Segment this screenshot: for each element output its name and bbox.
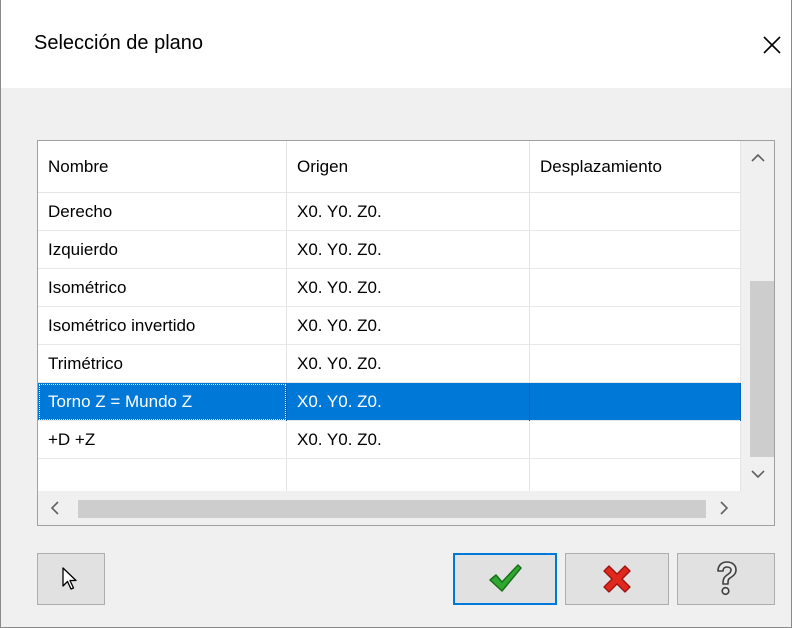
cell-offset [530, 383, 741, 421]
help-button[interactable] [677, 553, 775, 605]
scroll-down-button[interactable] [741, 457, 774, 491]
cell-origin: X0. Y0. Z0. [287, 421, 530, 459]
table-row[interactable]: Trimétrico X0. Y0. Z0. [38, 345, 741, 383]
cursor-arrow-icon [62, 567, 77, 590]
cell-name: Derecho [38, 193, 287, 231]
plane-list-grid[interactable]: Nombre Origen Desplazamiento Derecho X0.… [37, 140, 775, 526]
scroll-up-button[interactable] [741, 141, 774, 175]
cell-origin: X0. Y0. Z0. [287, 383, 530, 421]
chevron-right-icon [720, 501, 729, 515]
cell-offset [530, 307, 741, 345]
dialog-window: Selección de plano Nombre Origen Desplaz… [0, 0, 792, 628]
cell-origin [287, 459, 530, 491]
cell-offset [530, 231, 741, 269]
cell-name: Isométrico invertido [38, 307, 287, 345]
title-bar: Selección de plano [1, 0, 791, 88]
table-row[interactable]: Isométrico X0. Y0. Z0. [38, 269, 741, 307]
cell-origin: X0. Y0. Z0. [287, 345, 530, 383]
cell-offset [530, 193, 741, 231]
cell-origin: X0. Y0. Z0. [287, 231, 530, 269]
table-row[interactable]: Isométrico invertido X0. Y0. Z0. [38, 307, 741, 345]
chevron-down-icon [751, 470, 765, 479]
cell-name: +D +Z [38, 421, 287, 459]
cell-name: Isométrico [38, 269, 287, 307]
table-row[interactable]: Izquierdo X0. Y0. Z0. [38, 231, 741, 269]
grid-header: Nombre Origen Desplazamiento [38, 141, 741, 193]
cell-offset [530, 269, 741, 307]
column-header-desplazamiento[interactable]: Desplazamiento [530, 141, 741, 193]
table-row-empty[interactable] [38, 459, 741, 491]
cell-origin: X0. Y0. Z0. [287, 307, 530, 345]
question-mark-icon [717, 561, 737, 596]
vertical-scrollbar[interactable] [741, 141, 774, 491]
chevron-left-icon [50, 501, 59, 515]
checkmark-icon [489, 564, 522, 592]
cell-name: Trimétrico [38, 345, 287, 383]
table-row[interactable]: Derecho X0. Y0. Z0. [38, 193, 741, 231]
cell-origin: X0. Y0. Z0. [287, 269, 530, 307]
cell-name [38, 459, 287, 491]
horizontal-scrollbar[interactable] [38, 491, 741, 525]
cell-name: Torno Z = Mundo Z [38, 383, 287, 421]
horizontal-scroll-thumb[interactable] [78, 500, 706, 518]
scrollbar-corner [741, 491, 774, 525]
cell-offset [530, 421, 741, 459]
cell-name: Izquierdo [38, 231, 287, 269]
dialog-title: Selección de plano [34, 32, 204, 54]
table-row[interactable]: +D +Z X0. Y0. Z0. [38, 421, 741, 459]
cell-offset [530, 345, 741, 383]
vertical-scroll-thumb[interactable] [750, 281, 774, 457]
ok-button[interactable] [453, 553, 557, 605]
table-row-selected[interactable]: Torno Z = Mundo Z X0. Y0. Z0. [38, 383, 741, 421]
select-plane-button[interactable] [37, 553, 105, 605]
cell-offset [530, 459, 741, 491]
column-header-origen[interactable]: Origen [287, 141, 530, 193]
close-icon [763, 36, 781, 54]
cancel-button[interactable] [565, 553, 669, 605]
cell-origin: X0. Y0. Z0. [287, 193, 530, 231]
chevron-up-icon [751, 153, 765, 162]
scroll-right-button[interactable] [707, 491, 741, 525]
close-button[interactable] [753, 22, 792, 66]
red-x-icon [603, 565, 631, 593]
column-header-nombre[interactable]: Nombre [38, 141, 287, 193]
scroll-left-button[interactable] [38, 491, 72, 525]
